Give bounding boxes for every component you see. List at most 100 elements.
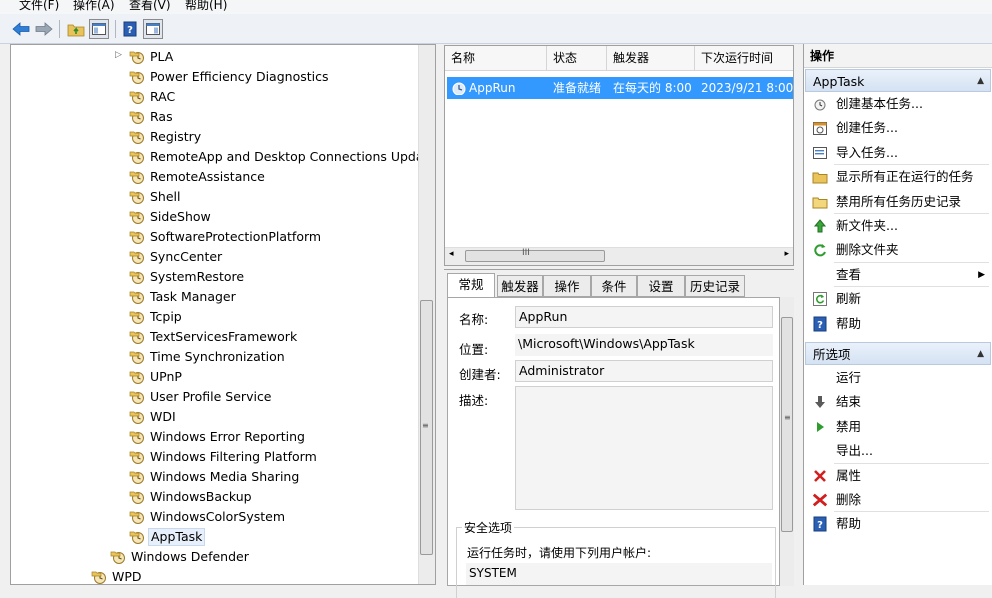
tree-item[interactable]: Windows Error Reporting	[11, 427, 421, 447]
tree-item[interactable]: SyncCenter	[11, 247, 421, 267]
action-item[interactable]: 查看 ▶	[804, 263, 992, 287]
collapse-triangle-icon[interactable]: ▲	[977, 343, 984, 366]
tree-item[interactable]: WPD	[11, 567, 421, 584]
task-folder-icon	[129, 329, 145, 345]
tree-item[interactable]: Power Efficiency Diagnostics	[11, 67, 421, 87]
action-item[interactable]: 新文件夹...	[804, 214, 992, 238]
pane-splitter[interactable]	[436, 44, 442, 585]
task-folder-icon	[129, 149, 145, 165]
tree-item[interactable]: ▷ PLA	[11, 47, 421, 67]
tab-actions[interactable]: 操作	[543, 275, 591, 297]
action-item[interactable]: 刷新	[804, 287, 992, 311]
tab-general[interactable]: 常规	[447, 273, 495, 298]
toolbar-separator	[115, 20, 116, 38]
tree-item[interactable]: Task Manager	[11, 287, 421, 307]
action-item[interactable]: 显示所有正在运行的任务	[804, 165, 992, 189]
show-hide-tree-button[interactable]	[89, 19, 109, 39]
tab-conditions[interactable]: 条件	[591, 275, 637, 297]
tree-vertical-scrollbar[interactable]: ≡	[418, 45, 435, 584]
action-item[interactable]: 创建任务...	[804, 116, 992, 140]
column-header-name[interactable]: 名称	[445, 46, 547, 70]
task-list-scroll-thumb[interactable]: III	[465, 248, 605, 262]
action-item[interactable]: 导出...	[804, 439, 992, 463]
tree-item[interactable]: Registry	[11, 127, 421, 147]
action-item[interactable]: 结束	[804, 390, 992, 414]
name-field[interactable]: AppRun	[515, 306, 773, 328]
task-row-selected[interactable]: AppRun 准备就绪 在每天的 8:00 2023/9/21 8:00:	[447, 77, 793, 99]
action-item[interactable]: ? 帮助	[804, 512, 992, 536]
up-folder-button[interactable]	[66, 19, 86, 39]
scroll-left-icon[interactable]: ◂	[449, 249, 454, 259]
tree-item[interactable]: UPnP	[11, 367, 421, 387]
tree-item[interactable]: SystemRestore	[11, 267, 421, 287]
menu-file[interactable]: 文件(F)	[19, 0, 59, 13]
column-header-status[interactable]: 状态	[547, 46, 607, 70]
tree-item[interactable]: SoftwareProtectionPlatform	[11, 227, 421, 247]
task-folder-icon	[129, 389, 145, 405]
run-as-user-field[interactable]: SYSTEM	[466, 563, 772, 585]
tree-item[interactable]: RAC	[11, 87, 421, 107]
description-field[interactable]	[515, 386, 773, 510]
description-label: 描述:	[459, 393, 489, 408]
action-item[interactable]: 删除	[804, 488, 992, 512]
help-button[interactable]: ?	[120, 19, 140, 39]
tree-item[interactable]: SideShow	[11, 207, 421, 227]
tree-item[interactable]: WindowsBackup	[11, 487, 421, 507]
tree-item[interactable]: User Profile Service	[11, 387, 421, 407]
details-scroll-thumb[interactable]: ≡	[781, 317, 793, 532]
tree-item[interactable]: Ras	[11, 107, 421, 127]
menu-bar: 文件(F) 操作(A) 查看(V) 帮助(H)	[0, 0, 992, 14]
tab-settings[interactable]: 设置	[637, 275, 685, 297]
tree-item[interactable]: Shell	[11, 187, 421, 207]
menu-action[interactable]: 操作(A)	[73, 0, 115, 13]
forward-arrow-icon	[35, 22, 53, 36]
expand-arrow-icon[interactable]: ▷	[115, 50, 122, 60]
tree-item[interactable]: Tcpip	[11, 307, 421, 327]
column-header-trigger[interactable]: 触发器	[607, 46, 695, 70]
show-hide-action-pane-button[interactable]	[143, 19, 163, 39]
actions-group-selected-item[interactable]: 所选项 ▲	[805, 342, 991, 365]
action-item[interactable]: 创建基本任务...	[804, 92, 992, 116]
action-item[interactable]: 禁用	[804, 415, 992, 439]
tree-item[interactable]: RemoteAssistance	[11, 167, 421, 187]
tab-history[interactable]: 历史记录	[685, 275, 745, 297]
tree-item[interactable]: Windows Defender	[11, 547, 421, 567]
action-item[interactable]: 属性	[804, 464, 992, 488]
folder-running-icon	[812, 169, 828, 185]
tree-item[interactable]: TextServicesFramework	[11, 327, 421, 347]
action-item[interactable]: 禁用所有任务历史记录	[804, 190, 992, 214]
task-folder-icon	[129, 449, 145, 465]
tree-item[interactable]: Time Synchronization	[11, 347, 421, 367]
tree-item[interactable]: Windows Media Sharing	[11, 467, 421, 487]
tree-item-label: WindowsBackup	[150, 489, 252, 504]
tree-item[interactable]: WDI	[11, 407, 421, 427]
task-list[interactable]: 名称 状态 触发器 下次运行时间 AppRun 准备就绪 在每天的 8:00 2…	[444, 45, 794, 266]
back-button[interactable]	[11, 19, 31, 39]
forward-button[interactable]	[34, 19, 54, 39]
tree-item[interactable]: RemoteApp and Desktop Connections Update	[11, 147, 435, 167]
collapse-triangle-icon[interactable]: ▲	[977, 70, 984, 93]
tab-triggers[interactable]: 触发器	[497, 275, 543, 297]
action-item[interactable]: 删除文件夹	[804, 238, 992, 262]
tree-item-label: SideShow	[150, 209, 211, 224]
menu-help[interactable]: 帮助(H)	[185, 0, 227, 13]
delete-folder-icon	[812, 242, 828, 258]
column-header-next-run[interactable]: 下次运行时间	[695, 46, 793, 70]
details-vertical-scrollbar[interactable]: ≡	[780, 297, 794, 586]
author-field[interactable]: Administrator	[515, 360, 773, 382]
task-scheduler-library-tree[interactable]: ▷ PLA Power Efficiency Diagnostics RAC Ras Re…	[10, 44, 436, 585]
task-list-horizontal-scrollbar[interactable]: ◂ III ▸	[445, 247, 793, 265]
scroll-right-icon[interactable]: ▸	[784, 249, 789, 259]
submenu-arrow-icon: ▶	[978, 269, 985, 280]
actions-group-apptask[interactable]: AppTask ▲	[805, 69, 991, 92]
tree-item[interactable]: Windows Filtering Platform	[11, 447, 421, 467]
action-item[interactable]: 运行	[804, 366, 992, 390]
action-item[interactable]: 导入任务...	[804, 141, 992, 165]
menu-view[interactable]: 查看(V)	[129, 0, 171, 13]
task-folder-icon	[129, 109, 145, 125]
scroll-grip-icon: ≡	[422, 421, 429, 430]
tree-item[interactable]: WindowsColorSystem	[11, 507, 421, 527]
action-item[interactable]: ? 帮助	[804, 312, 992, 336]
tree-item[interactable]: AppTask	[11, 527, 421, 547]
action-pane-icon	[146, 23, 160, 35]
